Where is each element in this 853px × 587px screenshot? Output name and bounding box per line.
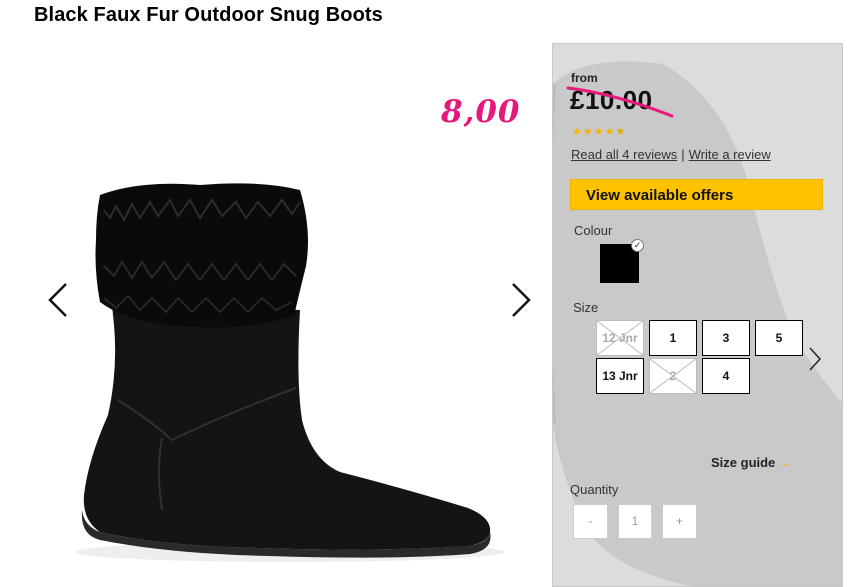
star-icon: ★: [582, 126, 593, 138]
unavailable-cross-icon: [650, 359, 696, 393]
size-guide-label: Size guide: [711, 455, 776, 470]
size-option[interactable]: 1: [649, 320, 697, 356]
size-option-label: 1: [669, 331, 677, 345]
read-reviews-link[interactable]: Read all 4 reviews: [571, 147, 677, 162]
arrow-right-icon: →: [778, 455, 792, 470]
size-option[interactable]: 4: [702, 358, 750, 394]
quantity-increase-button[interactable]: +: [662, 504, 697, 539]
handwritten-price-annotation: 8,00: [441, 94, 521, 130]
size-option-label: 4: [722, 369, 730, 383]
size-option[interactable]: 5: [755, 320, 803, 356]
quantity-decrease-button[interactable]: -: [573, 504, 608, 539]
next-image-button[interactable]: [503, 278, 539, 322]
product-title: Black Faux Fur Outdoor Snug Boots: [34, 4, 383, 26]
star-icon: ★: [593, 126, 604, 138]
colour-label: Colour: [574, 223, 613, 238]
size-option[interactable]: 13 Jnr: [596, 358, 644, 394]
chevron-left-icon: [48, 283, 67, 317]
quantity-label: Quantity: [570, 482, 619, 497]
price-strikethrough-mark: [566, 86, 674, 118]
colour-swatch-black[interactable]: ✓: [600, 239, 644, 283]
quantity-stepper: - 1 +: [573, 504, 697, 539]
half-star-icon: ★: [615, 126, 626, 138]
size-option[interactable]: 2: [649, 358, 697, 394]
unavailable-cross-icon: [597, 321, 643, 355]
prev-image-button[interactable]: [40, 278, 76, 322]
star-icon: ★: [604, 126, 615, 138]
chevron-right-icon[interactable]: [807, 346, 823, 372]
star-icon: ★: [572, 126, 582, 138]
size-option-label: 3: [722, 331, 730, 345]
checkmark-icon: ✓: [631, 239, 644, 252]
size-option[interactable]: 12 Jnr: [596, 320, 644, 356]
size-option-label: 13 Jnr: [602, 369, 638, 383]
size-guide-link[interactable]: Size guide →: [711, 455, 791, 470]
chevron-right-icon: [512, 283, 531, 317]
size-option-label: 5: [775, 331, 783, 345]
quantity-input[interactable]: 1: [618, 504, 652, 539]
write-review-link[interactable]: Write a review: [689, 147, 771, 162]
size-label: Size: [573, 300, 599, 315]
reviews-separator: |: [681, 147, 685, 162]
view-offers-button[interactable]: View available offers: [570, 179, 823, 210]
size-option[interactable]: 3: [702, 320, 750, 356]
rating-stars: ★ ★ ★ ★ ★: [572, 127, 625, 138]
purchase-panel: from £10.00 ★ ★ ★ ★ ★ Read all 4 reviews…: [552, 43, 843, 587]
reviews-links: Read all 4 reviews | Write a review: [571, 147, 771, 162]
